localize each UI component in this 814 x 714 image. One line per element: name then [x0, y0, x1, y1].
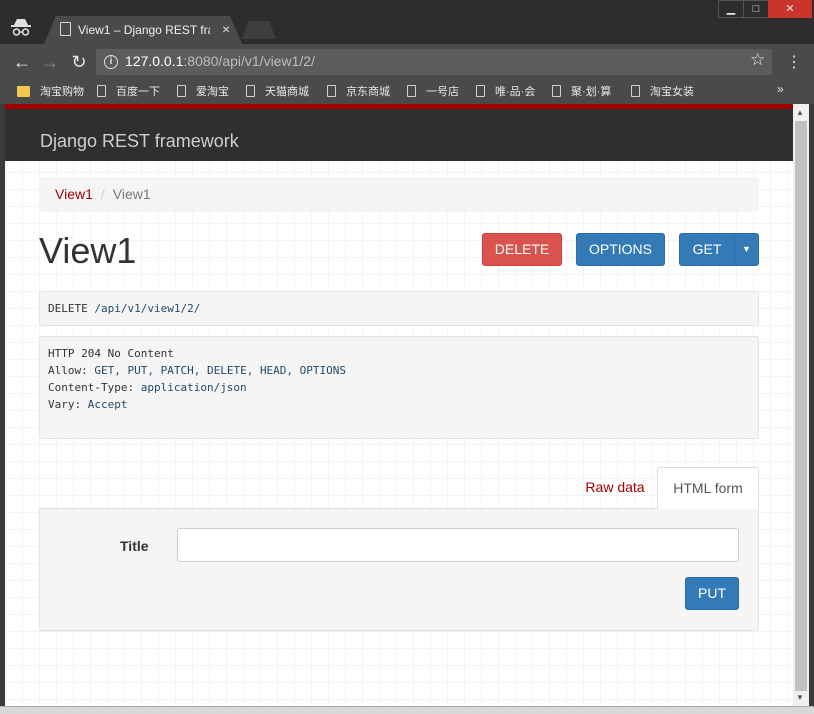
page-icon: [97, 85, 106, 97]
delete-button[interactable]: DELETE: [482, 233, 562, 266]
page-icon: [552, 85, 561, 97]
bookmark-item[interactable]: 聚·划·算: [552, 83, 611, 99]
bookmark-item[interactable]: 一号店: [407, 83, 459, 99]
breadcrumb-link[interactable]: View1: [55, 186, 93, 202]
put-button[interactable]: PUT: [685, 577, 739, 610]
scroll-up-icon[interactable]: ▲: [796, 108, 804, 117]
page-title: View1: [39, 230, 137, 271]
back-icon[interactable]: ←: [12, 52, 32, 72]
info-icon[interactable]: i: [104, 55, 118, 69]
scroll-down-icon[interactable]: ▼: [796, 693, 804, 702]
caret-down-icon: ▼: [742, 244, 751, 254]
reload-icon[interactable]: ↻: [69, 52, 89, 72]
page-icon: [60, 22, 71, 36]
bookmark-item[interactable]: 天猫商城: [246, 83, 309, 99]
bookmark-label: 唯·品·会: [495, 86, 536, 98]
bookmark-star-icon[interactable]: ☆: [750, 50, 765, 70]
response-info: HTTP 204 No Content Allow: GET, PUT, PAT…: [39, 336, 759, 439]
get-dropdown-toggle[interactable]: ▼: [734, 233, 759, 266]
bookmark-label: 淘宝购物: [40, 86, 84, 98]
tab-close-icon[interactable]: ×: [222, 21, 230, 37]
title-input[interactable]: [177, 528, 739, 562]
get-button[interactable]: GET: [679, 233, 735, 266]
navbar-brand[interactable]: Django REST framework: [40, 131, 239, 152]
page-icon: [177, 85, 186, 97]
menu-icon[interactable]: ⋮: [786, 52, 802, 72]
breadcrumb-current: View1: [112, 186, 151, 202]
bookmark-item[interactable]: 百度一下: [97, 83, 160, 99]
scrollbar-thumb[interactable]: [795, 121, 807, 691]
bookmark-label: 京东商城: [346, 86, 390, 98]
maximize-button[interactable]: □: [743, 0, 769, 18]
bookmark-item[interactable]: 唯·品·会: [476, 83, 535, 99]
bookmark-item[interactable]: 京东商城: [327, 83, 390, 99]
close-window-button[interactable]: ✕: [768, 0, 812, 18]
incognito-icon: [11, 19, 31, 36]
bookmark-item[interactable]: 爱淘宝: [177, 83, 229, 99]
tab-html-form[interactable]: HTML form: [657, 467, 759, 510]
title-label: Title: [120, 538, 149, 554]
tab-raw-data[interactable]: Raw data: [573, 467, 657, 508]
url-text[interactable]: 127.0.0.1:8080/api/v1/view1/2/: [125, 53, 315, 69]
request-info: DELETE /api/v1/view1/2/: [39, 291, 759, 326]
breadcrumb-separator: /: [100, 186, 105, 202]
page-icon: [476, 85, 485, 97]
bookmarks-more-icon[interactable]: »: [777, 82, 784, 96]
navbar: Django REST framework: [5, 109, 793, 161]
page-icon: [327, 85, 336, 97]
page-viewport: Django REST framework View1 / View1 View1 …: [5, 104, 793, 706]
bookmark-label: 天猫商城: [265, 86, 309, 98]
bookmark-label: 一号店: [426, 86, 459, 98]
response-vary: Vary: Accept: [48, 398, 128, 411]
request-method: DELETE: [48, 302, 88, 315]
window-bottom-edge: [0, 706, 814, 714]
tab-title: View1 – Django REST framework: [78, 23, 210, 37]
minimize-button[interactable]: ▁: [718, 0, 744, 18]
bookmark-label: 百度一下: [116, 86, 160, 98]
bookmark-item[interactable]: 淘宝女装: [631, 83, 694, 99]
page-icon: [246, 85, 255, 97]
response-allow: Allow: GET, PUT, PATCH, DELETE, HEAD, OP…: [48, 364, 347, 377]
folder-icon: [17, 85, 30, 97]
bookmark-label: 爱淘宝: [196, 86, 229, 98]
request-path: /api/v1/view1/2/: [94, 302, 201, 315]
breadcrumb: View1 / View1: [40, 177, 759, 212]
response-content-type: Content-Type: application/json: [48, 381, 247, 394]
page-icon: [407, 85, 416, 97]
options-button[interactable]: OPTIONS: [576, 233, 665, 266]
page-icon: [631, 85, 640, 97]
bookmark-label: 聚·划·算: [571, 86, 612, 98]
forward-icon[interactable]: →: [40, 52, 60, 72]
response-status: HTTP 204 No Content: [48, 347, 174, 360]
bookmark-item[interactable]: 淘宝购物: [17, 83, 84, 99]
bookmark-label: 淘宝女装: [650, 86, 694, 98]
